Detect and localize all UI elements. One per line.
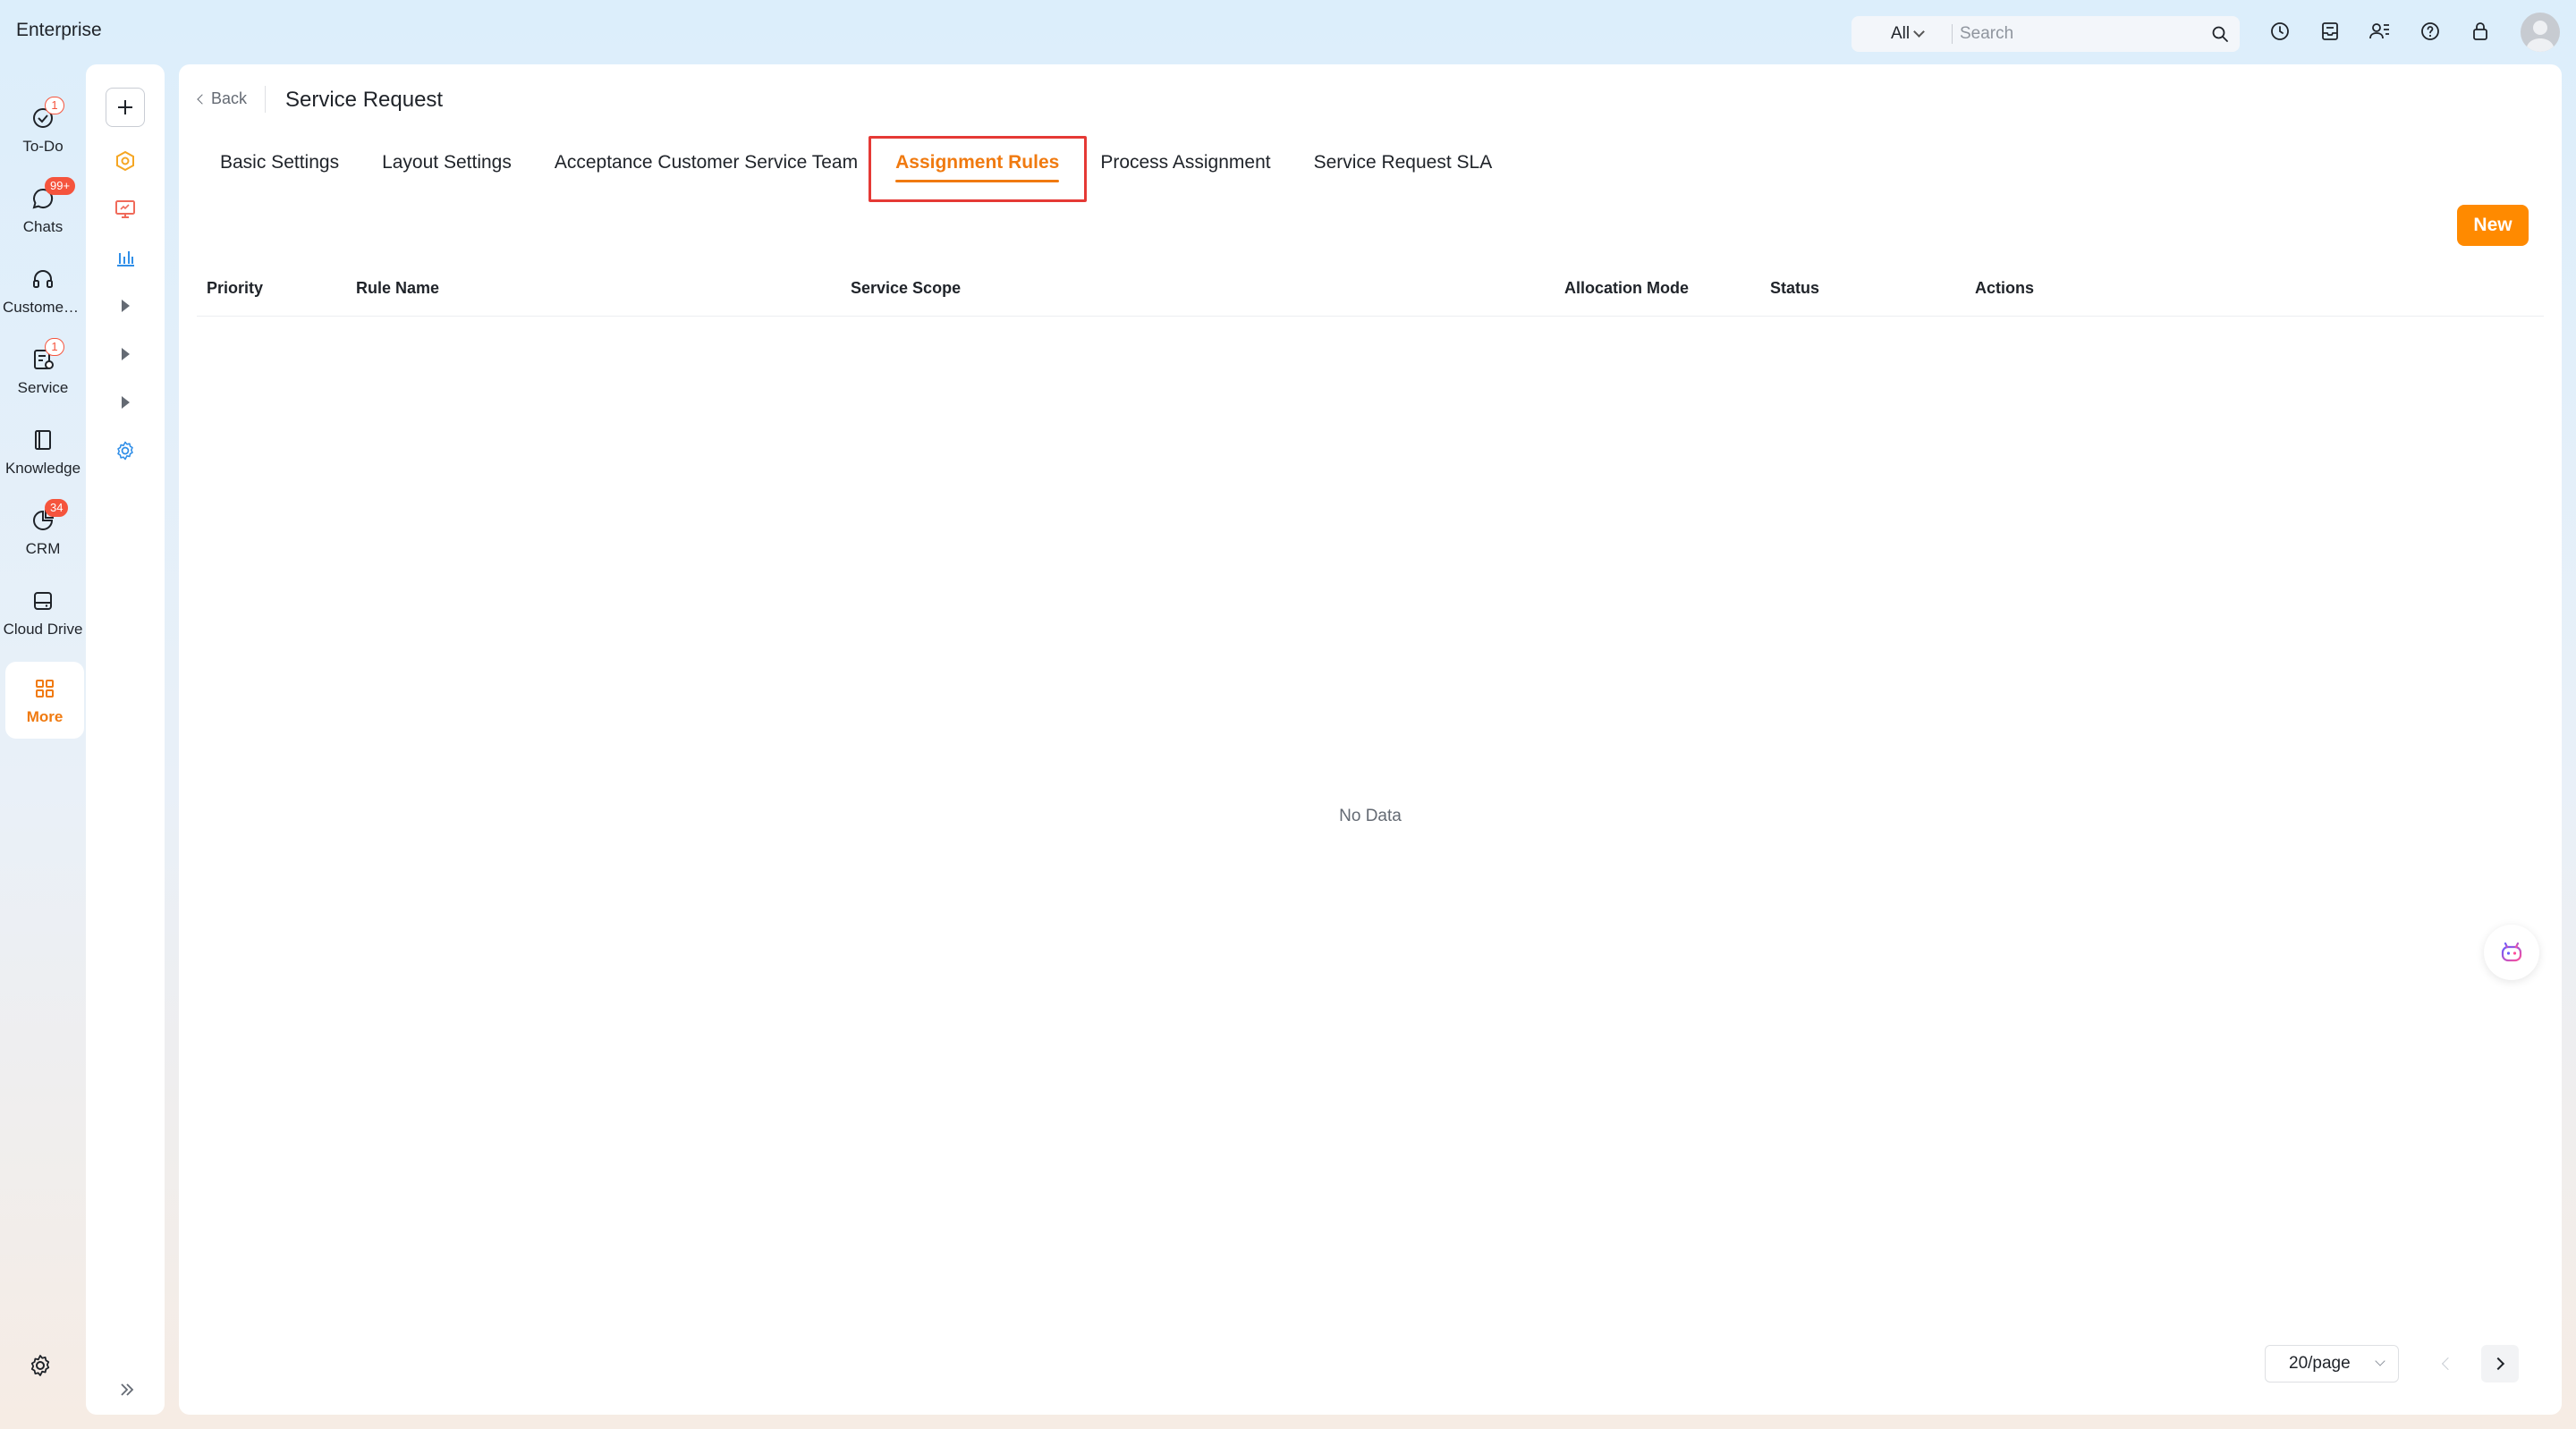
subnav-item-monitor[interactable]: [106, 190, 145, 229]
column-header-actions[interactable]: Actions: [1975, 259, 2034, 317]
user-avatar-icon: [2526, 21, 2555, 52]
main-panel: Back Service Request Basic Settings Layo…: [179, 64, 2562, 1415]
subnav-item-report[interactable]: [106, 238, 145, 277]
subnav-expand-1[interactable]: [106, 286, 145, 326]
app-title: Enterprise: [16, 20, 102, 40]
robot-assistant-icon: [2501, 942, 2522, 962]
rail-item-chats[interactable]: 99+ Chats: [0, 172, 86, 249]
global-search[interactable]: All: [1852, 16, 2240, 52]
tab-layout-settings[interactable]: Layout Settings: [382, 136, 512, 190]
rail-item-label: Cloud Drive: [3, 621, 83, 638]
column-header-priority[interactable]: Priority: [207, 259, 263, 317]
grid-icon: [29, 672, 61, 705]
subnav-item-settings[interactable]: [106, 431, 145, 470]
check-circle-icon: 1: [27, 97, 64, 134]
top-toolbar: [2267, 18, 2494, 45]
pie-chart-icon: 34: [27, 499, 69, 537]
gear-icon: [117, 441, 133, 461]
help-icon[interactable]: [2417, 18, 2444, 45]
column-header-service-scope[interactable]: Service Scope: [851, 259, 961, 317]
search-scope-label: All: [1891, 24, 1911, 43]
page-title: Service Request: [285, 88, 444, 112]
hexagon-icon: [116, 150, 134, 172]
subnav-expand-3[interactable]: [106, 383, 145, 422]
subnav-expand-2[interactable]: [106, 334, 145, 374]
back-label: Back: [211, 89, 248, 107]
column-header-status[interactable]: Status: [1770, 259, 1819, 317]
search-icon[interactable]: [2211, 25, 2229, 43]
table-header: Priority Rule Name Service Scope Allocat…: [197, 259, 2544, 317]
rail-badge: 34: [45, 499, 69, 517]
previous-page-button[interactable]: [2428, 1345, 2465, 1382]
search-scope-select[interactable]: All: [1852, 24, 1946, 44]
rail-badge: 1: [45, 97, 64, 114]
app-rail: 1 To-Do 99+ Chats Customer Service 1 Ser…: [0, 64, 86, 1429]
expand-arrow-icon: [121, 396, 130, 409]
service-ticket-icon: 1: [27, 338, 64, 376]
chevron-down-icon: [1913, 26, 1925, 38]
ai-assistant-button[interactable]: [2484, 925, 2539, 980]
rail-item-customer-service[interactable]: Customer Service: [0, 252, 86, 329]
rail-item-label: Customer Service: [3, 299, 83, 316]
settings-gear-icon[interactable]: [27, 1352, 59, 1384]
clock-icon[interactable]: [2267, 18, 2293, 45]
rail-item-more[interactable]: More: [5, 662, 84, 739]
book-icon: [27, 424, 59, 456]
add-icon: [118, 100, 132, 114]
monitor-icon: [115, 200, 135, 218]
headset-icon: [27, 263, 59, 295]
expand-arrow-icon: [121, 348, 130, 360]
rail-item-label: Chats: [22, 218, 64, 235]
chat-bubble-icon: 99+: [27, 177, 76, 215]
column-header-allocation-mode[interactable]: Allocation Mode: [1564, 259, 1689, 317]
expand-arrow-icon: [121, 300, 130, 312]
rail-item-crm[interactable]: 34 CRM: [0, 494, 86, 571]
rail-item-cloud-drive[interactable]: Cloud Drive: [0, 574, 86, 651]
page-size-label: 20/page: [2289, 1354, 2351, 1373]
next-page-button[interactable]: [2481, 1345, 2519, 1382]
chevron-left-icon: [197, 93, 208, 105]
tab-acceptance-team[interactable]: Acceptance Customer Service Team: [555, 136, 858, 190]
add-button[interactable]: [106, 88, 145, 127]
rail-item-todo[interactable]: 1 To-Do: [0, 91, 86, 168]
chevron-down-icon: [2375, 1356, 2385, 1366]
back-button[interactable]: Back: [197, 89, 248, 108]
tab-process-assignment[interactable]: Process Assignment: [1100, 136, 1270, 190]
chevron-left-icon: [2441, 1357, 2455, 1371]
new-rule-button[interactable]: New: [2457, 205, 2529, 246]
header-divider: [265, 86, 266, 113]
chevron-right-icon: [2491, 1357, 2505, 1371]
drive-icon: [27, 585, 59, 617]
rail-badge: 99+: [45, 177, 76, 195]
module-sidebar: [86, 64, 165, 1415]
settings-tabs: Basic Settings Layout Settings Acceptanc…: [220, 136, 1535, 190]
column-header-rule-name[interactable]: Rule Name: [356, 259, 439, 317]
contacts-icon[interactable]: [2367, 18, 2394, 45]
tab-assignment-rules[interactable]: Assignment Rules: [895, 136, 1060, 190]
tab-basic-settings[interactable]: Basic Settings: [220, 136, 339, 190]
rail-item-label: More: [26, 708, 64, 725]
page-size-select[interactable]: 20/page: [2265, 1345, 2399, 1382]
rail-item-label: To-Do: [22, 138, 64, 155]
rail-badge: 1: [45, 338, 64, 356]
subnav-item-hexagon[interactable]: [106, 141, 145, 181]
user-avatar[interactable]: [2521, 13, 2560, 52]
empty-state-text: No Data: [1339, 807, 1402, 825]
rail-item-label: Service: [17, 379, 69, 396]
lock-icon[interactable]: [2467, 18, 2494, 45]
bar-chart-icon: [117, 251, 134, 266]
collapse-sidebar-button[interactable]: [114, 1377, 140, 1402]
search-divider: [1952, 24, 1953, 44]
double-chevron-right-icon: [121, 1383, 134, 1396]
inbox-icon[interactable]: [2317, 18, 2343, 45]
rail-item-label: CRM: [25, 540, 61, 557]
tab-service-request-sla[interactable]: Service Request SLA: [1314, 136, 1493, 190]
rail-item-knowledge[interactable]: Knowledge: [0, 413, 86, 490]
rail-item-label: Knowledge: [4, 460, 81, 477]
search-input[interactable]: [1960, 24, 2210, 44]
top-bar: Enterprise All: [0, 0, 2576, 64]
rail-item-service[interactable]: 1 Service: [0, 333, 86, 410]
